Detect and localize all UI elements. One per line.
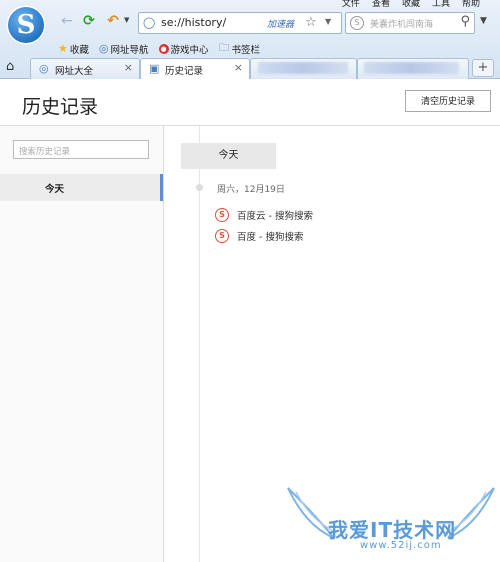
address-bar[interactable]: ◯ se://history/ 加速器 ☆ ▼ bbox=[138, 12, 342, 34]
sogou-icon: S bbox=[215, 208, 229, 222]
tab-label: 网址大全 bbox=[55, 66, 94, 77]
search-icon[interactable]: ⚲ bbox=[460, 14, 470, 29]
menu-bar: 文件 查看 收藏 工具 帮助 bbox=[342, 0, 480, 9]
watermark: 我爱IT技术网 www.52ij.com bbox=[286, 486, 496, 556]
star-icon: ★ bbox=[58, 42, 68, 55]
address-url[interactable]: se://history/ bbox=[161, 16, 226, 29]
history-entry-title[interactable]: 百度云 - 搜狗搜索 bbox=[237, 208, 313, 222]
folder-icon: 🗀 bbox=[218, 41, 230, 54]
sogou-search-engine-icon[interactable]: S bbox=[350, 16, 364, 30]
tab-label: 历史记录 bbox=[165, 66, 204, 77]
bookmark-favorites[interactable]: ★ 收藏 bbox=[58, 39, 89, 58]
menu-file[interactable]: 文件 bbox=[342, 0, 360, 9]
tab-history[interactable]: ▣ 历史记录 × bbox=[140, 58, 250, 79]
home-icon[interactable]: ⌂ bbox=[6, 59, 14, 74]
accelerator-button[interactable]: 加速器 bbox=[267, 17, 294, 30]
bookmark-label: 游戏中心 bbox=[170, 44, 209, 56]
search-placeholder[interactable]: 美囊炸机闯南海 bbox=[370, 17, 433, 30]
bookmark-label: 书签栏 bbox=[231, 44, 261, 56]
undo-icon[interactable]: ↶ bbox=[104, 12, 122, 30]
bookmark-star-icon[interactable]: ☆ bbox=[305, 15, 317, 30]
clear-history-button[interactable]: 清空历史记录 bbox=[405, 90, 491, 112]
bookmarks-bar: ★ 收藏 ◎ 网址导航 ● 游戏中心 🗀 书签栏 bbox=[58, 39, 260, 58]
menu-favorites[interactable]: 收藏 bbox=[402, 0, 420, 9]
security-shield-icon: ◯ bbox=[143, 16, 156, 29]
history-entry[interactable]: S 百度 - 搜狗搜索 bbox=[215, 229, 303, 243]
bookmark-site-nav[interactable]: ◎ 网址导航 bbox=[99, 39, 149, 58]
blurred-tab-content bbox=[258, 62, 348, 74]
watermark-text: 我爱IT技术网 bbox=[328, 518, 457, 542]
menu-view[interactable]: 查看 bbox=[372, 0, 390, 9]
search-dropdown-icon[interactable]: ▼ bbox=[480, 16, 487, 26]
history-entry-title[interactable]: 百度 - 搜狗搜索 bbox=[237, 229, 303, 243]
blurred-tab-content bbox=[364, 62, 459, 74]
timeline-line bbox=[199, 126, 200, 562]
globe-icon: ◎ bbox=[39, 62, 49, 75]
timeline-date: 周六，12月19日 bbox=[217, 185, 285, 195]
selected-indicator bbox=[160, 174, 163, 201]
sidebar-item-today[interactable]: 今天 bbox=[0, 174, 163, 201]
tab-site-directory[interactable]: ◎ 网址大全 × bbox=[30, 58, 140, 79]
bookmark-label: 收藏 bbox=[69, 44, 89, 56]
timeline-group-today: 今天 bbox=[181, 143, 276, 169]
address-dropdown-icon[interactable]: ▼ bbox=[325, 17, 331, 26]
menu-tools[interactable]: 工具 bbox=[432, 0, 450, 9]
history-entry[interactable]: S 百度云 - 搜狗搜索 bbox=[215, 208, 313, 222]
tab-close-icon[interactable]: × bbox=[234, 61, 243, 74]
menu-help[interactable]: 帮助 bbox=[462, 0, 480, 9]
bookmark-game-center[interactable]: ● 游戏中心 bbox=[158, 39, 209, 58]
back-arrow-icon[interactable]: ← bbox=[58, 12, 76, 30]
refresh-icon[interactable]: ⟳ bbox=[80, 12, 98, 30]
tab-close-icon[interactable]: × bbox=[124, 61, 133, 74]
game-icon: ● bbox=[158, 43, 169, 54]
watermark-url: www.52ij.com bbox=[360, 540, 442, 551]
timeline-dot bbox=[196, 184, 203, 191]
page-title: 历史记录 bbox=[22, 96, 99, 118]
globe-icon: ◎ bbox=[98, 42, 109, 55]
history-icon: ▣ bbox=[149, 62, 160, 75]
sogou-icon: S bbox=[215, 229, 229, 243]
new-tab-button[interactable]: + bbox=[472, 59, 494, 77]
undo-dropdown-icon[interactable]: ▼ bbox=[124, 16, 129, 24]
sidebar-item-label: 今天 bbox=[45, 184, 65, 195]
history-search-input[interactable]: 搜索历史记录 bbox=[13, 140, 149, 159]
search-box[interactable]: S 美囊炸机闯南海 ⚲ bbox=[345, 12, 475, 34]
sogou-browser-logo[interactable]: S bbox=[6, 5, 46, 45]
bookmark-label: 网址导航 bbox=[110, 44, 149, 56]
bookmark-bookmarks-bar[interactable]: 🗀 书签栏 bbox=[219, 39, 261, 58]
